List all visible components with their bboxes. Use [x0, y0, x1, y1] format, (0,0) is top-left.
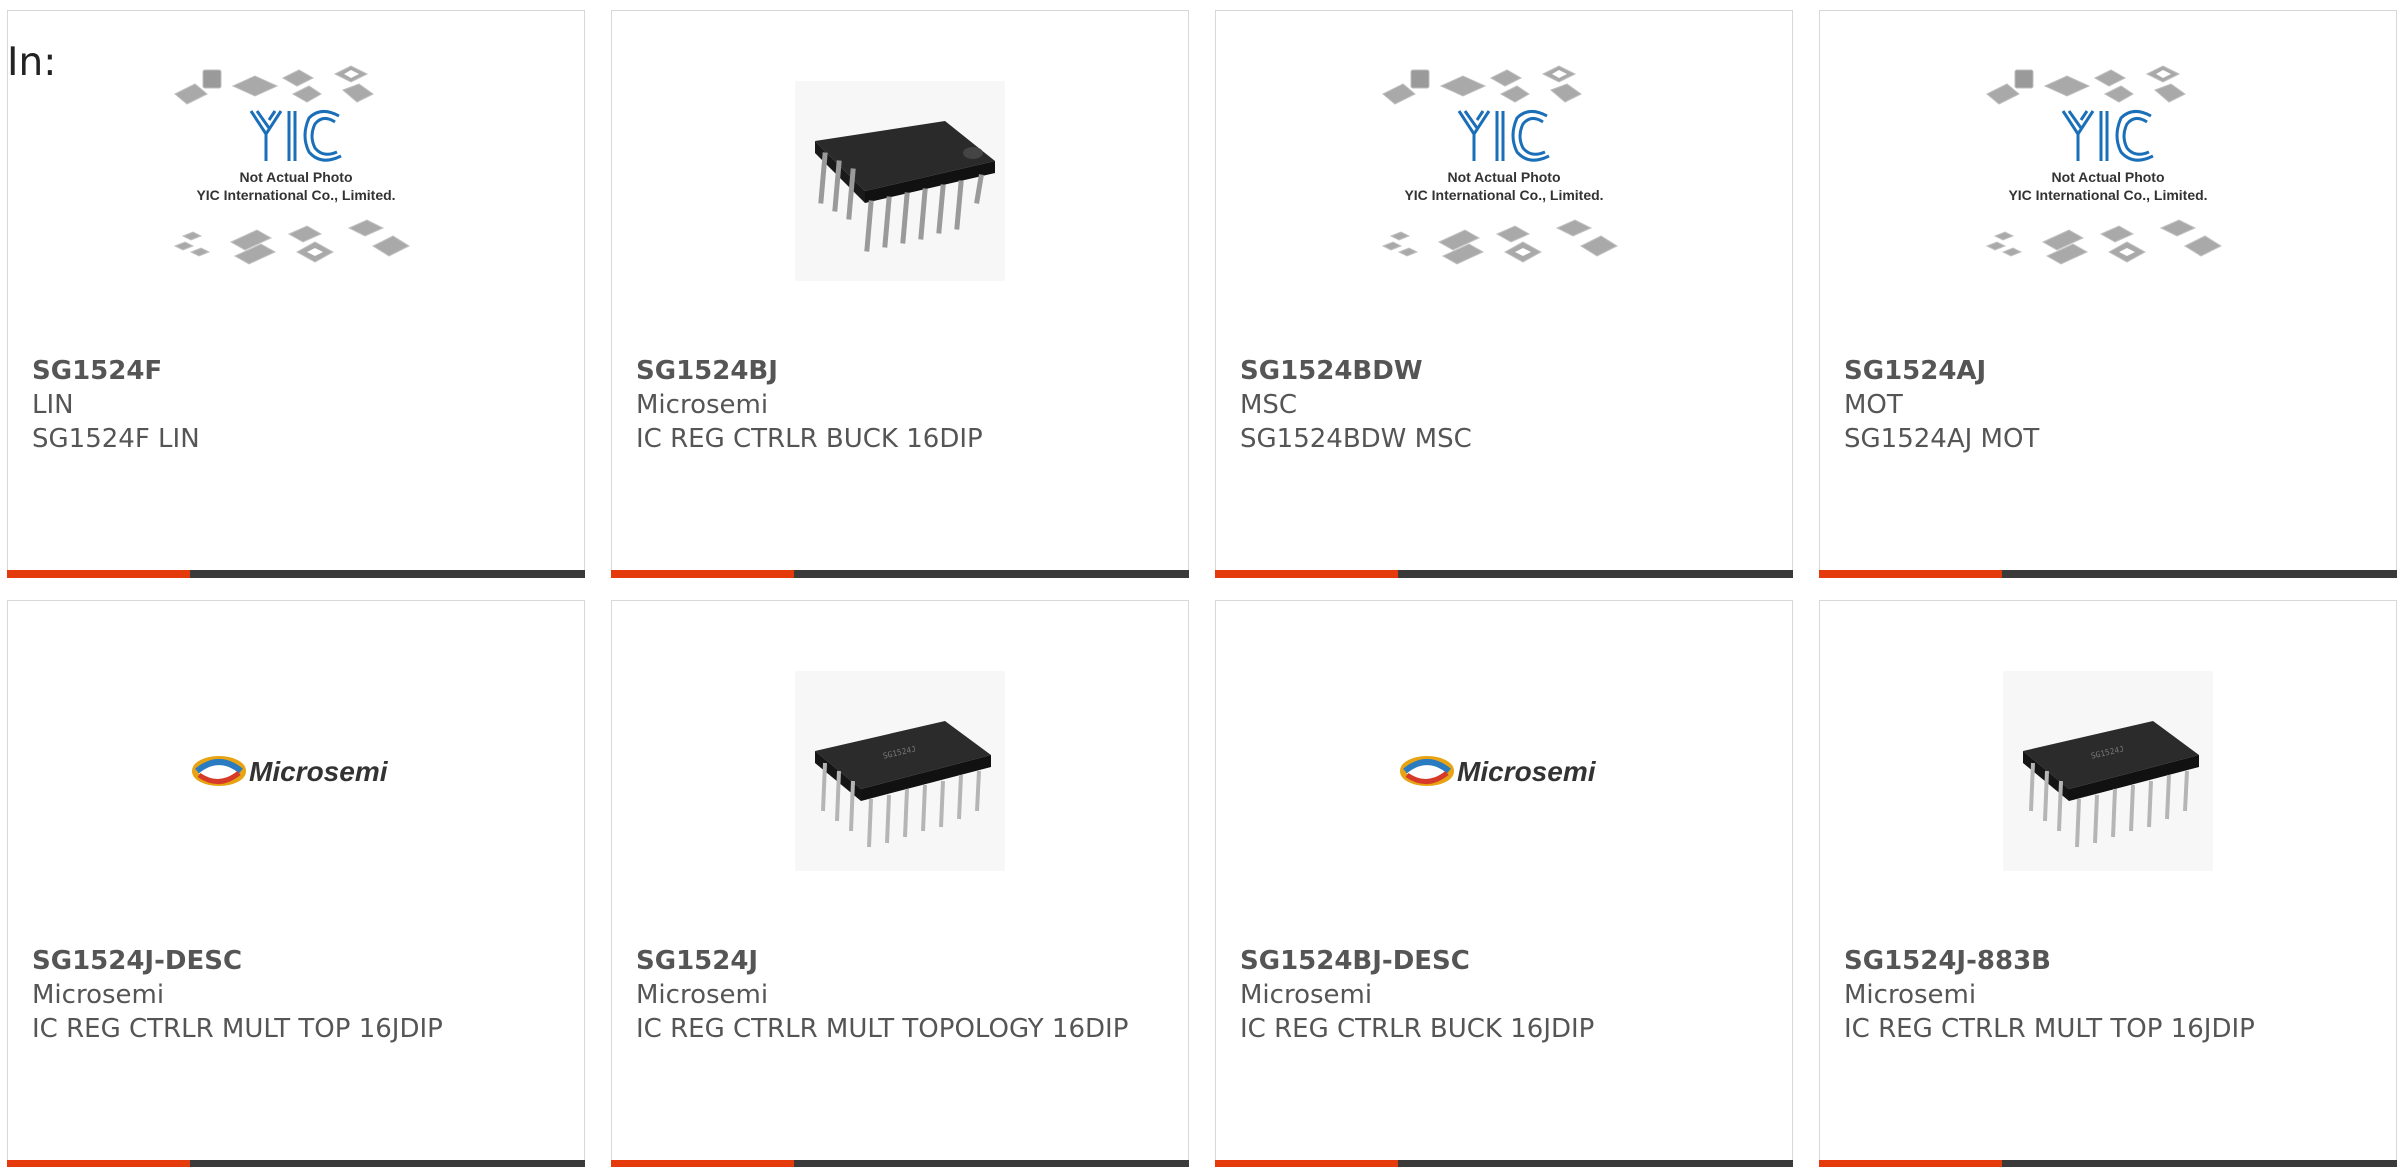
card-accent-bar: [7, 570, 190, 578]
product-image[interactable]: Not Actual Photo YIC International Co., …: [1216, 11, 1792, 351]
product-info: SG1524J Microsemi IC REG CTRLR MULT TOPOLO…: [636, 944, 1164, 1046]
filter-in-label: In:: [7, 40, 57, 85]
product-card[interactable]: Microsemi SG1524J-DESC Microsemi IC REG CT…: [7, 600, 585, 1167]
product-description: IC REG CTRLR BUCK 16DIP: [636, 424, 983, 454]
product-manufacturer: Microsemi: [32, 980, 165, 1010]
product-part-number[interactable]: SG1524J-DESC: [32, 944, 560, 978]
product-results-page: In: Not Actual Photo YIC International C…: [0, 0, 2400, 1167]
dip-chip-image: [795, 81, 1005, 281]
product-card[interactable]: SG1524BJ Microsemi IC REG CTRLR BUCK 16DIP: [611, 10, 1189, 578]
product-description: IC REG CTRLR MULT TOP 16JDIP: [1844, 1014, 2255, 1044]
ceramic-dip-chip-image: SG1524J: [795, 671, 1005, 871]
product-part-number[interactable]: SG1524AJ: [1844, 354, 2372, 388]
product-description: IC REG CTRLR MULT TOPOLOGY 16DIP: [636, 1014, 1129, 1044]
product-card[interactable]: SG1524J SG1524J-883B Microsemi IC REG CTRL…: [1819, 600, 2397, 1167]
product-part-number[interactable]: SG1524J-883B: [1844, 944, 2372, 978]
product-info: SG1524F LIN SG1524F LIN: [32, 354, 560, 456]
product-description: IC REG CTRLR MULT TOP 16JDIP: [32, 1014, 443, 1044]
card-accent-bar: [611, 1160, 794, 1167]
product-manufacturer: LIN: [32, 390, 74, 420]
placeholder-line1: Not Actual Photo: [239, 169, 352, 185]
microsemi-logo: Microsemi: [1400, 756, 1597, 787]
product-image[interactable]: Not Actual Photo YIC International Co., …: [8, 11, 584, 351]
product-description: IC REG CTRLR BUCK 16JDIP: [1240, 1014, 1595, 1044]
product-part-number[interactable]: SG1524BJ-DESC: [1240, 944, 1768, 978]
product-grid: Not Actual Photo YIC International Co., …: [7, 10, 2400, 1167]
card-accent-bar: [1215, 1160, 1398, 1167]
product-card[interactable]: SG1524J SG1524J Microsemi IC REG CTRLR MUL…: [611, 600, 1189, 1167]
product-card[interactable]: Not Actual Photo YIC International Co., …: [7, 10, 585, 578]
card-bottom-bar: [1215, 570, 1793, 578]
card-bottom-bar: [1819, 1160, 2397, 1167]
product-manufacturer: MOT: [1844, 390, 1903, 420]
placeholder-line2: YIC International Co., Limited.: [2008, 187, 2207, 203]
card-bottom-bar: [611, 1160, 1189, 1167]
card-bottom-bar: [7, 1160, 585, 1167]
card-bottom-bar: [1819, 570, 2397, 578]
product-info: SG1524BJ Microsemi IC REG CTRLR BUCK 16DIP: [636, 354, 1164, 456]
product-manufacturer: Microsemi: [636, 980, 769, 1010]
card-accent-bar: [611, 570, 794, 578]
product-description: SG1524F LIN: [32, 424, 200, 454]
card-bottom-bar: [7, 570, 585, 578]
product-manufacturer: Microsemi: [1240, 980, 1373, 1010]
not-actual-photo-image: Not Actual Photo YIC International Co., …: [1985, 65, 2223, 265]
product-description: SG1524BDW MSC: [1240, 424, 1472, 454]
card-bottom-bar: [1215, 1160, 1793, 1167]
product-image[interactable]: SG1524J: [612, 601, 1188, 941]
card-accent-bar: [7, 1160, 190, 1167]
card-accent-bar: [1819, 1160, 2002, 1167]
product-image[interactable]: SG1524J: [1820, 601, 2396, 941]
placeholder-line2: YIC International Co., Limited.: [1404, 187, 1603, 203]
product-image[interactable]: Microsemi: [8, 601, 584, 941]
product-part-number[interactable]: SG1524BDW: [1240, 354, 1768, 388]
product-part-number[interactable]: SG1524J: [636, 944, 1164, 978]
placeholder-line2: YIC International Co., Limited.: [196, 187, 395, 203]
card-bottom-bar: [611, 570, 1189, 578]
product-card[interactable]: Not Actual Photo YIC International Co., …: [1215, 10, 1793, 578]
microsemi-logo: Microsemi: [192, 756, 389, 787]
product-manufacturer: Microsemi: [1844, 980, 1977, 1010]
not-actual-photo-image: Not Actual Photo YIC International Co., …: [173, 65, 411, 265]
product-description: SG1524AJ MOT: [1844, 424, 2040, 454]
placeholder-line1: Not Actual Photo: [2051, 169, 2164, 185]
microsemi-logo-text: Microsemi: [249, 756, 389, 787]
product-part-number[interactable]: SG1524BJ: [636, 354, 1164, 388]
product-card[interactable]: Not Actual Photo YIC International Co., …: [1819, 10, 2397, 578]
product-image[interactable]: Microsemi: [1216, 601, 1792, 941]
microsemi-logo-text: Microsemi: [1457, 756, 1597, 787]
product-image[interactable]: Not Actual Photo YIC International Co., …: [1820, 11, 2396, 351]
product-info: SG1524BJ-DESC Microsemi IC REG CTRLR BUCK …: [1240, 944, 1768, 1046]
product-part-number[interactable]: SG1524F: [32, 354, 560, 388]
card-accent-bar: [1215, 570, 1398, 578]
product-info: SG1524J-883B Microsemi IC REG CTRLR MULT T…: [1844, 944, 2372, 1046]
product-manufacturer: Microsemi: [636, 390, 769, 420]
product-card[interactable]: Microsemi SG1524BJ-DESC Microsemi IC REG C…: [1215, 600, 1793, 1167]
not-actual-photo-image: Not Actual Photo YIC International Co., …: [1381, 65, 1619, 265]
product-info: SG1524J-DESC Microsemi IC REG CTRLR MULT T…: [32, 944, 560, 1046]
card-accent-bar: [1819, 570, 2002, 578]
product-image[interactable]: [612, 11, 1188, 351]
ceramic-dip-chip-image: SG1524J: [2003, 671, 2213, 871]
product-info: SG1524AJ MOT SG1524AJ MOT: [1844, 354, 2372, 456]
product-manufacturer: MSC: [1240, 390, 1298, 420]
product-info: SG1524BDW MSC SG1524BDW MSC: [1240, 354, 1768, 456]
placeholder-line1: Not Actual Photo: [1447, 169, 1560, 185]
